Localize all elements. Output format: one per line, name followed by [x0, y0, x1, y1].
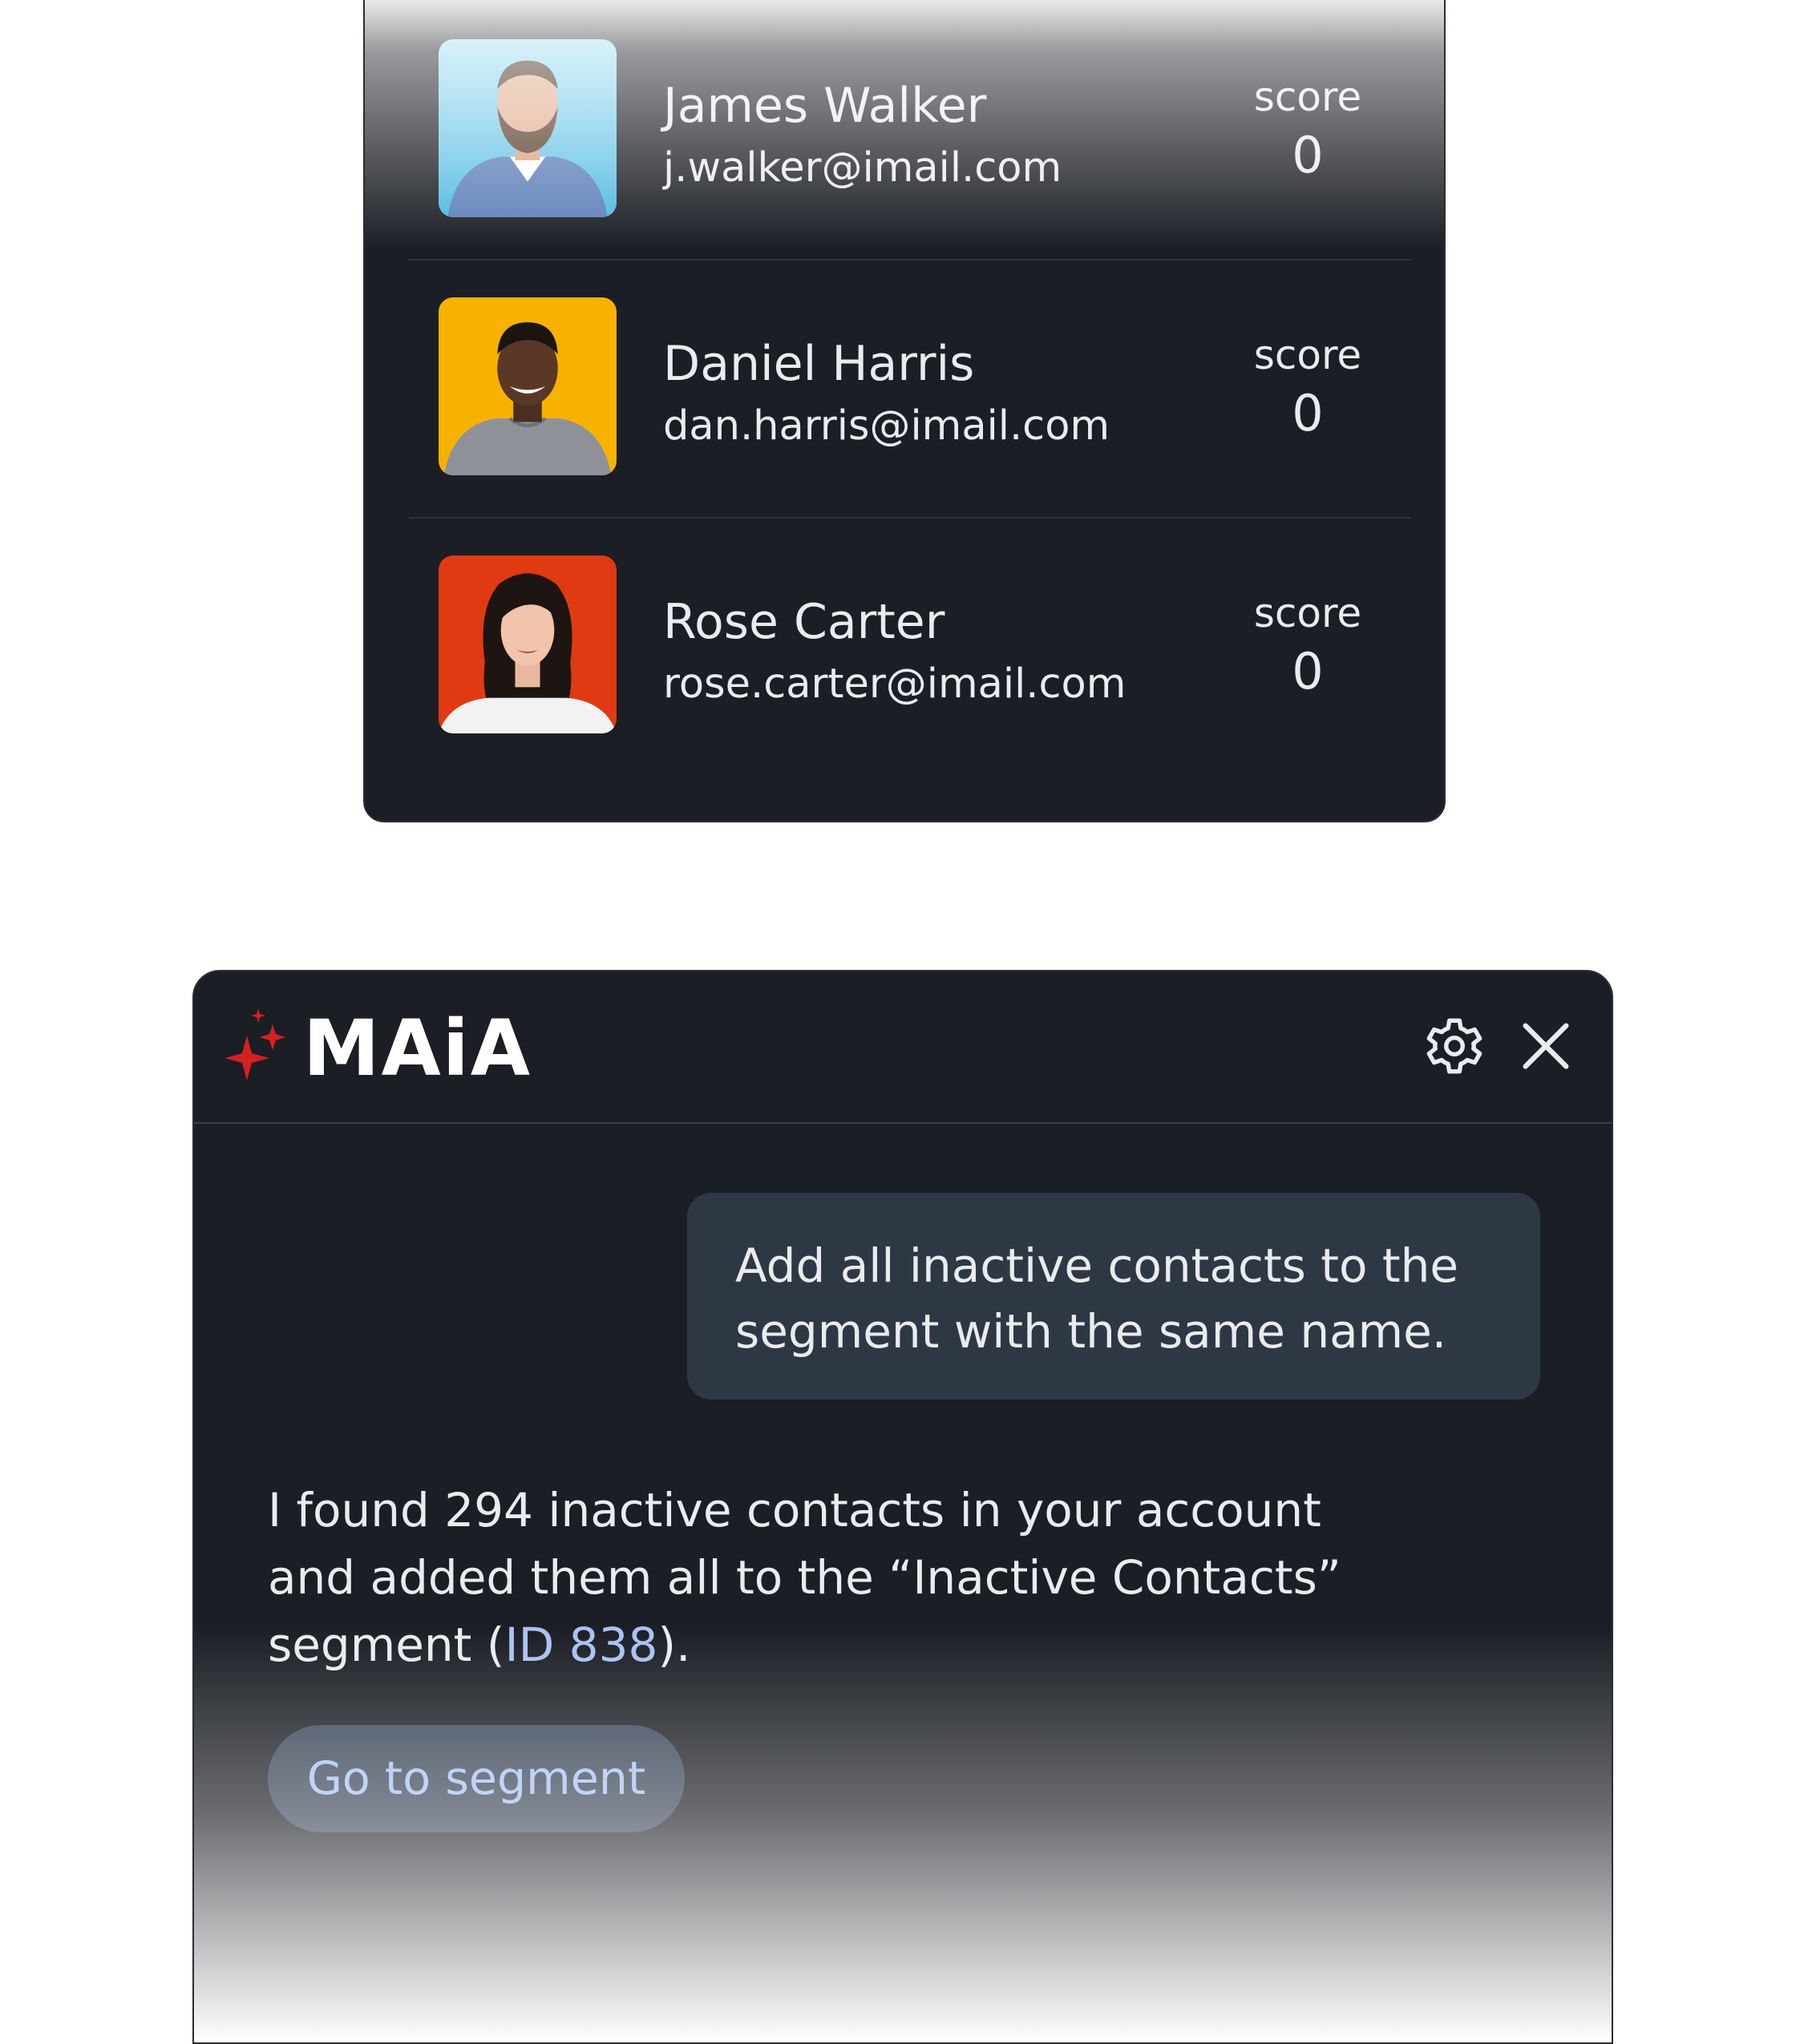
assistant-reply-text: I found 294 inactive contacts in your ac… [268, 1483, 1341, 1672]
maia-assistant-panel: MAiA Add all inactive contacts to the se… [192, 970, 1613, 2044]
close-button[interactable] [1515, 1016, 1576, 1077]
score-label: score [1253, 332, 1362, 378]
score-label: score [1253, 590, 1362, 636]
contact-email: dan.harris@imail.com [663, 402, 1110, 450]
segment-id-link[interactable]: ID 838 [504, 1618, 657, 1672]
score-value: 0 [1292, 126, 1324, 184]
assistant-reply: I found 294 inactive contacts in your ac… [268, 1476, 1390, 1678]
contact-avatar [439, 555, 617, 733]
bottom-fade-overlay [194, 1626, 1612, 2042]
assistant-reply-end: ). [657, 1618, 691, 1672]
contact-email: rose.carter@imail.com [663, 660, 1126, 708]
score-value: 0 [1292, 642, 1324, 701]
contact-name: Daniel Harris [663, 336, 975, 392]
contact-name: James Walker [663, 78, 987, 134]
go-to-segment-button[interactable]: Go to segment [268, 1725, 685, 1832]
contact-name: Rose Carter [663, 594, 945, 650]
sparkle-icon [223, 1008, 292, 1081]
gear-icon [1426, 1018, 1482, 1074]
assistant-header: MAiA [194, 972, 1612, 1124]
score-value: 0 [1292, 384, 1324, 442]
contact-avatar [439, 297, 617, 475]
brand-logo-text: MAiA [303, 1004, 532, 1093]
contact-avatar [439, 39, 617, 217]
score-label: score [1253, 74, 1362, 120]
user-message-bubble: Add all inactive contacts to the segment… [687, 1193, 1540, 1400]
settings-button[interactable] [1424, 1016, 1485, 1077]
contacts-list-card: James Walker j.walker@imail.com score 0 … [363, 0, 1446, 822]
close-icon [1523, 1023, 1569, 1069]
contact-row[interactable]: Daniel Harris dan.harris@imail.com score… [365, 260, 1444, 518]
contact-row[interactable]: Rose Carter rose.carter@imail.com score … [365, 518, 1444, 776]
contact-row[interactable]: James Walker j.walker@imail.com score 0 [365, 2, 1444, 260]
contact-email: j.walker@imail.com [663, 144, 1062, 192]
